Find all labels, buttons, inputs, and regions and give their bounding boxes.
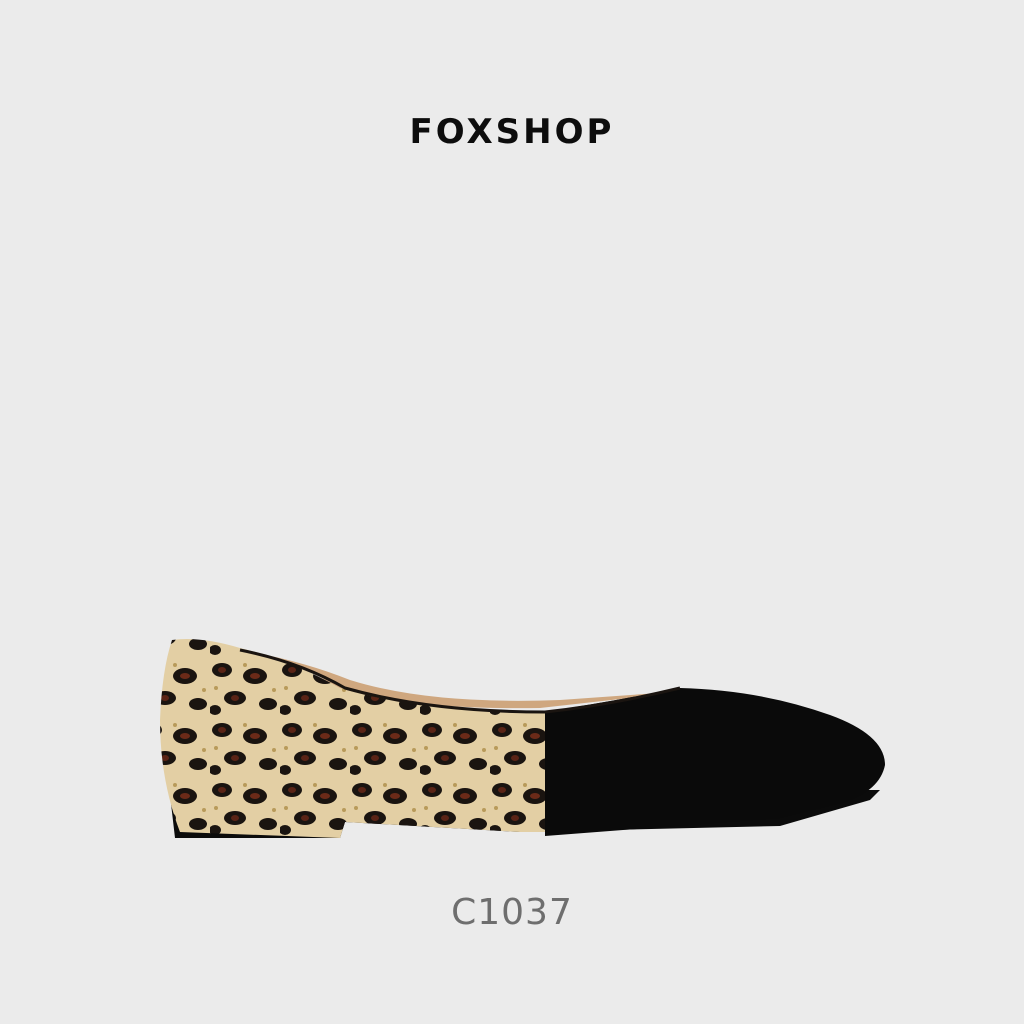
black-toe-box [545,688,885,836]
shoe-image [160,639,885,838]
leopard-heel-panel [160,639,550,838]
product-code: C1037 [451,892,573,933]
brand-logo-text: FOXSHOP [409,112,615,152]
product-card: FOXSHOP C1037 [0,0,1024,1024]
